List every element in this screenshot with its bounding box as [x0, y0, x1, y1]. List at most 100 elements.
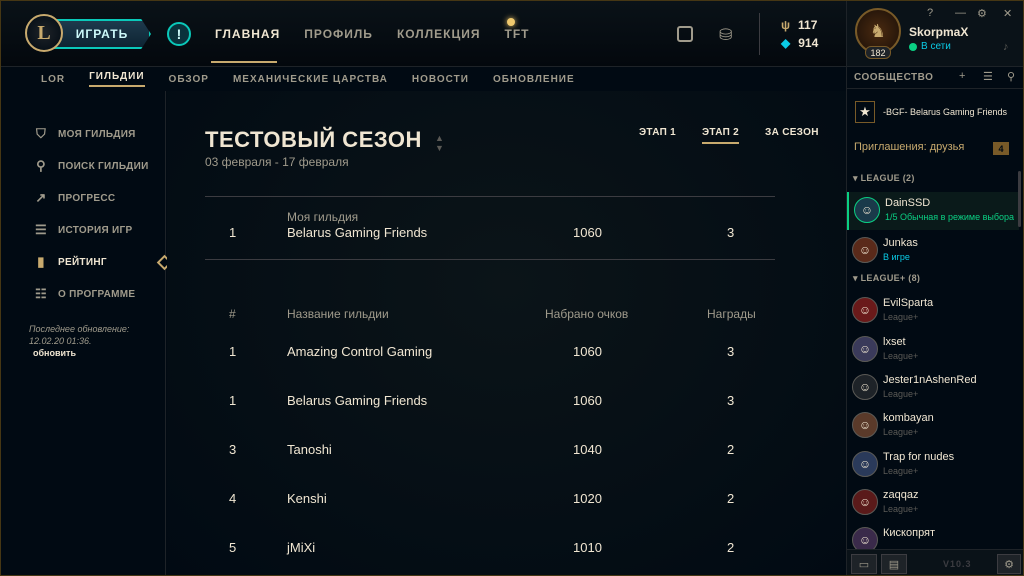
be-value: 914	[798, 36, 819, 50]
league-logo[interactable]: L	[25, 14, 63, 52]
row-rewards: 2	[727, 540, 735, 555]
row-name: Amazing Control Gaming	[287, 344, 433, 359]
be-balance[interactable]: ◆ 914	[781, 36, 818, 50]
last-update: Последнее обновление: 12.02.20 01:36. об…	[29, 323, 129, 359]
group-league-plus[interactable]: ▾ LEAGUE+ (8)	[853, 273, 920, 284]
close-icon[interactable]: ✕	[1003, 7, 1012, 20]
missions-icon[interactable]: ▤	[881, 554, 907, 574]
scrollbar[interactable]	[1018, 171, 1021, 227]
friend-status: League+	[883, 427, 919, 437]
row-rank: 5	[229, 540, 237, 555]
my-profile: ♞ 182 SkorpmaX В сети ? — ⚙ ✕ ♪	[847, 1, 1023, 67]
rp-balance[interactable]: ψ 117	[781, 18, 817, 32]
friend-row[interactable]: ☺ zaqqaz League+	[847, 484, 1019, 522]
friend-name: Junkas	[883, 237, 918, 249]
star-icon: ★	[855, 101, 875, 123]
help-icon[interactable]: ?	[927, 7, 933, 19]
friend-row[interactable]: ☺ Trap for nudes League+	[847, 446, 1019, 484]
community-title: СООБЩЕСТВО	[854, 72, 934, 83]
summoner-name[interactable]: SkorpmaX	[909, 25, 968, 39]
friend-row[interactable]: ☺ kombayan League+	[847, 407, 1019, 445]
sidebar-item-label: РЕЙТИНГ	[58, 256, 107, 268]
subnav-patch[interactable]: ОБНОВЛЕНИЕ	[493, 74, 575, 85]
refresh-link[interactable]: обновить	[33, 347, 129, 359]
list-view-icon[interactable]: ☰	[983, 70, 993, 83]
play-label: ИГРАТЬ	[75, 27, 129, 41]
season-select-icon[interactable]: ▲ ▼	[435, 133, 444, 153]
subnav-guilds[interactable]: ГИЛЬДИИ	[89, 71, 145, 87]
add-friend-icon[interactable]: +	[959, 70, 965, 82]
season-title[interactable]: ТЕСТОВЫЙ СЕЗОН	[205, 127, 422, 153]
play-button[interactable]: ИГРАТЬ	[53, 19, 151, 49]
search-icon[interactable]: ⚲	[1007, 70, 1015, 83]
subnav-mech-realms[interactable]: МЕХАНИЧЕСКИЕ ЦАРСТВА	[233, 74, 388, 85]
my-status[interactable]: В сети	[909, 41, 951, 52]
avatar: ☺	[852, 374, 878, 400]
my-guild-points: 1060	[573, 225, 602, 240]
tab-season[interactable]: ЗА СЕЗОН	[765, 127, 819, 144]
gear-icon[interactable]: ⚙	[977, 7, 987, 20]
nav-collection[interactable]: КОЛЛЕКЦИЯ	[397, 27, 481, 41]
sidebar-item-progress[interactable]: ↗ ПРОГРЕСС	[34, 190, 115, 205]
subnav-lor[interactable]: LOR	[41, 74, 65, 85]
group-league[interactable]: ▾ LEAGUE (2)	[853, 173, 915, 184]
nav-home[interactable]: ГЛАВНАЯ	[215, 27, 280, 41]
avatar: ☺	[852, 489, 878, 515]
row-points: 1020	[573, 491, 602, 506]
avatar: ☺	[852, 336, 878, 362]
friend-row[interactable]: ☺ lxset League+	[847, 331, 1019, 369]
loot-icon[interactable]: ⛁	[719, 25, 739, 44]
alert-icon[interactable]: !	[167, 22, 191, 46]
sidebar-item-history[interactable]: ☰ ИСТОРИЯ ИГР	[34, 222, 132, 237]
friend-row[interactable]: ☺ EvilSparta League+	[847, 292, 1019, 330]
sidebar-item-label: ПОИСК ГИЛЬДИИ	[58, 160, 149, 172]
friend-name: Кископрят	[883, 527, 936, 539]
sidebar-item-guild-search[interactable]: ⚲ ПОИСК ГИЛЬДИИ	[34, 158, 149, 173]
friend-row[interactable]: ☺ Jester1nAshenRed League+	[847, 369, 1019, 407]
row-name: Belarus Gaming Friends	[287, 393, 428, 408]
row-rank: 4	[229, 491, 237, 506]
bell-icon[interactable]: ♪	[1003, 41, 1009, 53]
nav-active-underline	[211, 61, 277, 63]
friend-row[interactable]: ☺ Junkas В игре	[847, 232, 1019, 270]
bar-chart-icon: ▮	[37, 254, 45, 269]
friend-name: lxset	[883, 336, 906, 348]
sub-nav: LOR ГИЛЬДИИ ОБЗОР МЕХАНИЧЕСКИЕ ЦАРСТВА Н…	[1, 67, 846, 91]
sidebar-item-rating[interactable]: ▮ РЕЙТИНГ	[34, 254, 107, 269]
friend-name: Trap for nudes	[883, 451, 955, 463]
social-footer: ▭ ▤ V10.3 ⚙	[847, 549, 1023, 575]
main-nav: ГЛАВНАЯ ПРОФИЛЬ КОЛЛЕКЦИЯ TFT	[215, 27, 529, 41]
subnav-news[interactable]: НОВОСТИ	[412, 74, 469, 85]
friend-row[interactable]: ☺ DainSSD 1/5 Обычная в режиме выбора	[847, 192, 1019, 230]
col-name: Название гильдии	[287, 307, 389, 321]
group-label: LEAGUE+ (8)	[860, 273, 921, 283]
row-rank: 1	[229, 393, 237, 408]
friend-status: League+	[883, 312, 919, 322]
sidebar-item-my-guild[interactable]: ⛉ МОЯ ГИЛЬДИЯ	[34, 126, 136, 141]
minimize-icon[interactable]: —	[955, 7, 966, 19]
row-points: 1060	[573, 393, 602, 408]
friend-invites[interactable]: Приглашения: друзья	[854, 141, 964, 153]
row-name: Kenshi	[287, 491, 327, 506]
trend-icon: ↗	[35, 190, 47, 205]
nav-tft[interactable]: TFT	[504, 27, 529, 41]
community-bar: СООБЩЕСТВО + ☰ ⚲	[847, 67, 1023, 89]
nav-profile[interactable]: ПРОФИЛЬ	[304, 27, 373, 41]
tab-stage-1[interactable]: ЭТАП 1	[639, 127, 676, 144]
friend-name: DainSSD	[885, 197, 931, 209]
chat-icon[interactable]: ▭	[851, 554, 877, 574]
row-rank: 1	[229, 344, 237, 359]
friend-status: 1/5 Обычная в режиме выбора	[885, 212, 1015, 222]
row-rewards: 3	[727, 344, 735, 359]
tab-stage-2[interactable]: ЭТАП 2	[702, 127, 740, 144]
notification-dot	[507, 18, 515, 26]
store-icon[interactable]	[677, 26, 693, 42]
row-rewards: 2	[727, 491, 735, 506]
friend-status: В игре	[883, 252, 910, 262]
subnav-overview[interactable]: ОБЗОР	[169, 74, 209, 85]
divider	[205, 196, 775, 197]
sidebar-item-about[interactable]: ☷ О ПРОГРАММЕ	[34, 286, 135, 301]
my-guild-caption: Моя гильдия	[287, 210, 359, 224]
settings-gear-icon[interactable]: ⚙	[997, 554, 1021, 574]
clan-chat[interactable]: ★ -BGF- Belarus Gaming Friends	[855, 101, 1013, 123]
